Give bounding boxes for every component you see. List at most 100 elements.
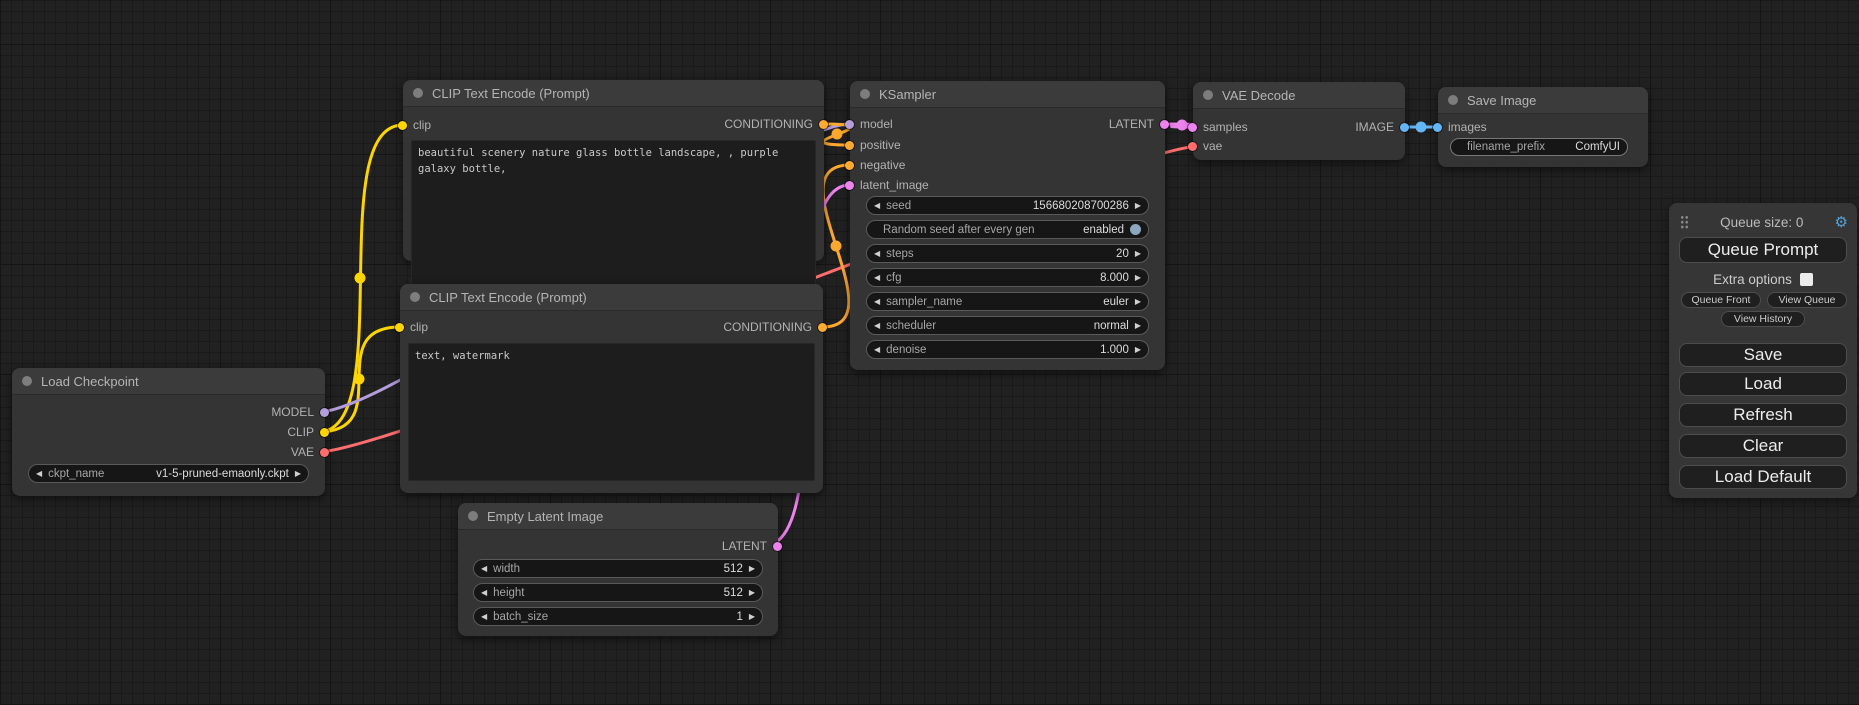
node-empty-latent-image[interactable]: Empty Latent Image LATENT ◀ width 512 ▶ … [458, 503, 778, 636]
clip-port-icon[interactable] [398, 121, 407, 130]
conditioning-port-icon[interactable] [845, 161, 854, 170]
decrement-arrow-icon[interactable]: ◀ [481, 589, 487, 597]
collapse-dot-icon[interactable] [468, 511, 478, 521]
node-ksampler[interactable]: KSampler model positive negative latent_… [850, 81, 1165, 370]
cfg-widget[interactable]: ◀ cfg 8.000 ▶ [866, 268, 1149, 287]
save-button[interactable]: Save [1679, 343, 1847, 367]
output-port-latent[interactable]: LATENT [1109, 117, 1169, 131]
node-titlebar[interactable]: VAE Decode [1193, 82, 1405, 109]
increment-arrow-icon[interactable]: ▶ [1135, 298, 1141, 306]
increment-arrow-icon[interactable]: ▶ [1135, 274, 1141, 282]
queue-prompt-button[interactable]: Queue Prompt [1679, 237, 1847, 263]
output-port-vae[interactable]: VAE [291, 445, 329, 459]
node-load-checkpoint[interactable]: Load Checkpoint MODEL CLIP VAE ◀ ckpt_na… [12, 368, 325, 496]
gear-icon[interactable]: ⚙ [1835, 215, 1848, 230]
node-titlebar[interactable]: Save Image [1438, 87, 1648, 114]
decrement-arrow-icon[interactable]: ◀ [874, 346, 880, 354]
collapse-dot-icon[interactable] [1203, 90, 1213, 100]
collapse-dot-icon[interactable] [860, 89, 870, 99]
clip-port-icon[interactable] [395, 323, 404, 332]
denoise-widget[interactable]: ◀ denoise 1.000 ▶ [866, 340, 1149, 359]
conditioning-port-icon[interactable] [818, 323, 827, 332]
input-port-samples[interactable]: samples [1188, 120, 1248, 134]
conditioning-port-icon[interactable] [819, 120, 828, 129]
input-port-positive[interactable]: positive [845, 138, 901, 152]
input-port-vae[interactable]: vae [1188, 139, 1222, 153]
collapse-dot-icon[interactable] [1448, 95, 1458, 105]
node-titlebar[interactable]: KSampler [850, 81, 1165, 108]
output-port-model[interactable]: MODEL [271, 405, 329, 419]
latent-port-icon[interactable] [1188, 123, 1197, 132]
node-clip-text-encode-positive[interactable]: CLIP Text Encode (Prompt) clip CONDITION… [403, 80, 824, 261]
filename-prefix-widget[interactable]: filename_prefix ComfyUI [1450, 138, 1628, 156]
input-port-latent-image[interactable]: latent_image [845, 178, 929, 192]
vae-port-icon[interactable] [1188, 142, 1197, 151]
node-clip-text-encode-negative[interactable]: CLIP Text Encode (Prompt) clip CONDITION… [400, 284, 823, 493]
sampler-name-widget[interactable]: ◀ sampler_name euler ▶ [866, 292, 1149, 311]
decrement-arrow-icon[interactable]: ◀ [36, 470, 42, 478]
input-port-clip[interactable]: clip [398, 118, 431, 132]
increment-arrow-icon[interactable]: ▶ [1135, 250, 1141, 258]
clear-button[interactable]: Clear [1679, 434, 1847, 458]
increment-arrow-icon[interactable]: ▶ [295, 470, 301, 478]
scheduler-widget[interactable]: ◀ scheduler normal ▶ [866, 316, 1149, 335]
view-queue-button[interactable]: View Queue [1767, 292, 1847, 308]
toggle-on-icon[interactable] [1130, 224, 1141, 235]
decrement-arrow-icon[interactable]: ◀ [874, 298, 880, 306]
prompt-textarea[interactable]: text, watermark [408, 343, 815, 481]
output-port-conditioning[interactable]: CONDITIONING [724, 117, 828, 131]
load-button[interactable]: Load [1679, 372, 1847, 396]
collapse-dot-icon[interactable] [22, 376, 32, 386]
seed-widget[interactable]: ◀ seed 156680208700286 ▶ [866, 196, 1149, 215]
steps-widget[interactable]: ◀ steps 20 ▶ [866, 244, 1149, 263]
increment-arrow-icon[interactable]: ▶ [1135, 322, 1141, 330]
prompt-textarea[interactable]: beautiful scenery nature glass bottle la… [411, 140, 816, 293]
view-history-button[interactable]: View History [1721, 311, 1805, 327]
decrement-arrow-icon[interactable]: ◀ [481, 613, 487, 621]
decrement-arrow-icon[interactable]: ◀ [874, 274, 880, 282]
increment-arrow-icon[interactable]: ▶ [1135, 346, 1141, 354]
conditioning-port-icon[interactable] [845, 141, 854, 150]
decrement-arrow-icon[interactable]: ◀ [874, 322, 880, 330]
increment-arrow-icon[interactable]: ▶ [749, 589, 755, 597]
vae-port-icon[interactable] [320, 448, 329, 457]
node-titlebar[interactable]: Empty Latent Image [458, 503, 778, 530]
input-port-model[interactable]: model [845, 117, 893, 131]
output-port-clip[interactable]: CLIP [287, 425, 329, 439]
collapse-dot-icon[interactable] [410, 292, 420, 302]
node-vae-decode[interactable]: VAE Decode samples vae IMAGE [1193, 82, 1405, 160]
image-port-icon[interactable] [1433, 123, 1442, 132]
collapse-dot-icon[interactable] [413, 88, 423, 98]
input-port-clip[interactable]: clip [395, 320, 428, 334]
queue-front-button[interactable]: Queue Front [1681, 292, 1761, 308]
image-port-icon[interactable] [1400, 123, 1409, 132]
extra-options-checkbox[interactable] [1800, 273, 1813, 286]
refresh-button[interactable]: Refresh [1679, 403, 1847, 427]
height-widget[interactable]: ◀ height 512 ▶ [473, 583, 763, 602]
node-titlebar[interactable]: Load Checkpoint [12, 368, 325, 395]
input-port-negative[interactable]: negative [845, 158, 905, 172]
output-port-image[interactable]: IMAGE [1355, 120, 1409, 134]
node-titlebar[interactable]: CLIP Text Encode (Prompt) [400, 284, 823, 311]
model-port-icon[interactable] [845, 120, 854, 129]
batch-size-widget[interactable]: ◀ batch_size 1 ▶ [473, 607, 763, 626]
decrement-arrow-icon[interactable]: ◀ [874, 202, 880, 210]
node-save-image[interactable]: Save Image images filename_prefix ComfyU… [1438, 87, 1648, 167]
drag-handle-icon[interactable] [1680, 215, 1689, 229]
latent-port-icon[interactable] [1160, 120, 1169, 129]
increment-arrow-icon[interactable]: ▶ [1135, 202, 1141, 210]
increment-arrow-icon[interactable]: ▶ [749, 613, 755, 621]
node-titlebar[interactable]: CLIP Text Encode (Prompt) [403, 80, 824, 107]
width-widget[interactable]: ◀ width 512 ▶ [473, 559, 763, 578]
random-seed-toggle-widget[interactable]: Random seed after every gen enabled [866, 220, 1149, 239]
output-port-conditioning[interactable]: CONDITIONING [723, 320, 827, 334]
model-port-icon[interactable] [320, 408, 329, 417]
decrement-arrow-icon[interactable]: ◀ [874, 250, 880, 258]
increment-arrow-icon[interactable]: ▶ [749, 565, 755, 573]
ckpt-name-widget[interactable]: ◀ ckpt_name v1-5-pruned-emaonly.ckpt ▶ [28, 464, 309, 483]
decrement-arrow-icon[interactable]: ◀ [481, 565, 487, 573]
latent-port-icon[interactable] [773, 542, 782, 551]
output-port-latent[interactable]: LATENT [722, 539, 782, 553]
load-default-button[interactable]: Load Default [1679, 465, 1847, 489]
comfyui-canvas[interactable]: { "colors": { "model": "#B39DDB", "clip"… [0, 0, 1859, 705]
